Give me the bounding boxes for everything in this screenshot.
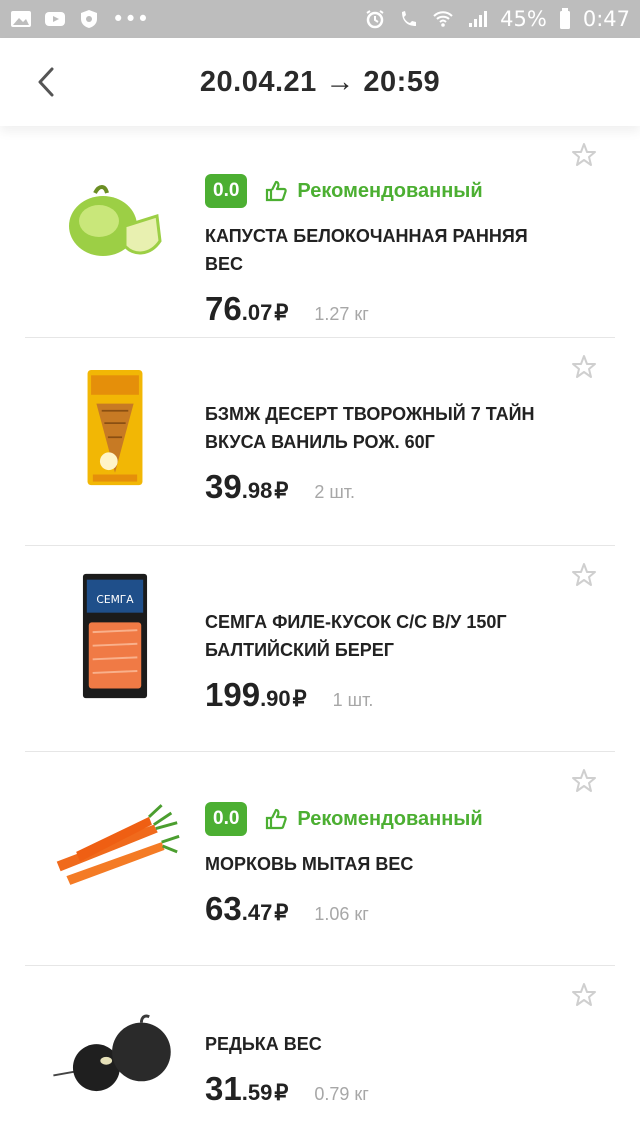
price: 76.07₽ [205, 290, 289, 327]
product-image-black-radish [45, 1006, 185, 1096]
favorite-star-icon[interactable] [571, 982, 597, 1008]
app-header: 20.04.21 → 20:59 [0, 38, 640, 126]
thumbs-up-icon [266, 808, 288, 830]
recommended-text: Рекомендованный [297, 179, 483, 202]
score-badge: 0.0 [205, 174, 248, 208]
product-name: РЕДЬКА ВЕС [205, 1034, 322, 1054]
favorite-star-icon[interactable] [571, 354, 597, 380]
youtube-icon [45, 12, 65, 26]
favorite-star-icon[interactable] [571, 768, 597, 794]
alarm-icon [366, 10, 384, 29]
price: 63.47₽ [205, 890, 289, 927]
gallery-icon [11, 11, 31, 27]
product-image-ice-cream-cone [45, 360, 185, 495]
list-item[interactable]: СЕМГА СЕМГА ФИЛЕ-КУСОК С/С В/У 150Г БАЛТ… [25, 546, 615, 752]
signal-icon [469, 11, 488, 27]
product-image-cabbage [45, 166, 185, 276]
list-item[interactable]: 0.0 Рекомендованный МОРКОВЬ МЫТАЯ ВЕС 63… [25, 752, 615, 966]
product-name: КАПУСТА БЕЛОКОЧАННАЯ РАННЯЯ ВЕС [205, 226, 528, 274]
battery-icon [559, 8, 570, 29]
favorite-star-icon[interactable] [571, 142, 597, 168]
page-title: 20.04.21 → 20:59 [199, 65, 441, 98]
shield-icon [81, 10, 97, 28]
list-item[interactable]: РЕДЬКА ВЕС 31.59₽ 0.79 кг [25, 966, 615, 1146]
recommended-text: Рекомендованный [297, 807, 483, 830]
thumbs-up-icon [266, 180, 288, 202]
pack-label-text: СЕМГА [96, 593, 134, 606]
favorite-star-icon[interactable] [571, 562, 597, 588]
recommended-label: Рекомендованный [265, 807, 483, 831]
product-name: СЕМГА ФИЛЕ-КУСОК С/С В/У 150Г БАЛТИЙСКИЙ… [205, 612, 507, 660]
back-button[interactable] [24, 60, 68, 104]
product-image-salmon-pack: СЕМГА [45, 570, 185, 702]
quantity: 1.06 кг [314, 904, 369, 924]
price: 31.59₽ [205, 1070, 289, 1107]
quantity: 2 шт. [314, 482, 356, 502]
chevron-left-icon [38, 67, 54, 97]
wifi-call-icon [402, 11, 417, 26]
score-badge: 0.0 [205, 802, 248, 836]
list-item[interactable]: БЗМЖ ДЕСЕРТ ТВОРОЖНЫЙ 7 ТАЙН ВКУСА ВАНИЛ… [25, 338, 615, 546]
product-image-carrots [45, 802, 185, 892]
clock: 0:47 [582, 7, 630, 31]
battery-percent: 45% [500, 7, 547, 31]
product-name: БЗМЖ ДЕСЕРТ ТВОРОЖНЫЙ 7 ТАЙН ВКУСА ВАНИЛ… [205, 404, 535, 452]
quantity: 1.27 кг [314, 304, 369, 324]
price: 39.98₽ [205, 468, 289, 505]
wifi-icon [433, 11, 453, 27]
price: 199.90₽ [205, 676, 307, 713]
quantity: 0.79 кг [314, 1084, 369, 1104]
more-notifications-icon: ••• [112, 7, 150, 31]
quantity: 1 шт. [332, 690, 374, 710]
purchase-list: 0.0 Рекомендованный КАПУСТА БЕЛОКОЧАННАЯ… [0, 126, 640, 1146]
product-name: МОРКОВЬ МЫТАЯ ВЕС [205, 854, 414, 874]
status-bar: ••• 45% 0:47 [0, 0, 640, 38]
recommended-label: Рекомендованный [265, 179, 483, 203]
list-item[interactable]: 0.0 Рекомендованный КАПУСТА БЕЛОКОЧАННАЯ… [25, 126, 615, 338]
